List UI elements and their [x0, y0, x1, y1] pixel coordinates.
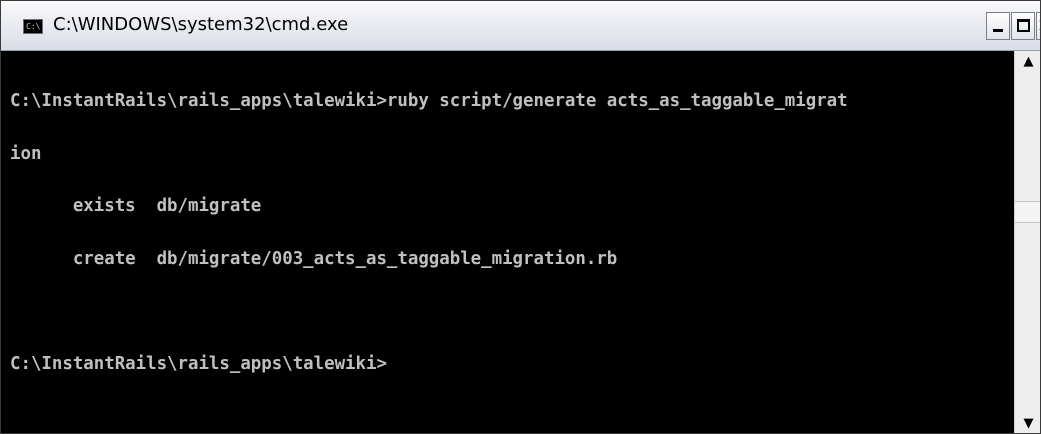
console-line: exists db/migrate	[10, 196, 262, 216]
scroll-down-arrow-icon[interactable]: ▼	[1015, 413, 1040, 433]
vertical-scrollbar[interactable]: ▲ ▼	[1014, 51, 1040, 433]
console-line: C:\InstantRails\rails_apps\talewiki>ruby…	[10, 91, 848, 111]
scroll-up-arrow-icon[interactable]: ▲	[1015, 51, 1040, 73]
console-line: create db/migrate/003_acts_as_taggable_m…	[10, 248, 618, 269]
minimize-icon	[993, 29, 1003, 32]
minimize-button[interactable]	[986, 12, 1010, 40]
maximize-button[interactable]	[1011, 12, 1035, 40]
scroll-thumb[interactable]	[1015, 201, 1040, 223]
cmd-console-icon[interactable]: C:\	[23, 19, 43, 34]
window-title: C:\WINDOWS\system32\cmd.exe	[53, 14, 349, 35]
console-output[interactable]: C:\InstantRails\rails_apps\talewiki>ruby…	[1, 51, 1014, 433]
cmd-window: C:\ C:\WINDOWS\system32\cmd.exe ✕ C:\Ins…	[0, 0, 1041, 434]
close-button[interactable]: ✕	[1036, 12, 1040, 40]
maximize-icon	[1017, 19, 1030, 32]
close-icon: ✕	[1037, 16, 1040, 36]
console-line: ion	[10, 143, 42, 164]
console-prompt-line: C:\InstantRails\rails_apps\talewiki>	[10, 353, 387, 374]
title-bar[interactable]: C:\ C:\WINDOWS\system32\cmd.exe ✕	[1, 1, 1040, 51]
